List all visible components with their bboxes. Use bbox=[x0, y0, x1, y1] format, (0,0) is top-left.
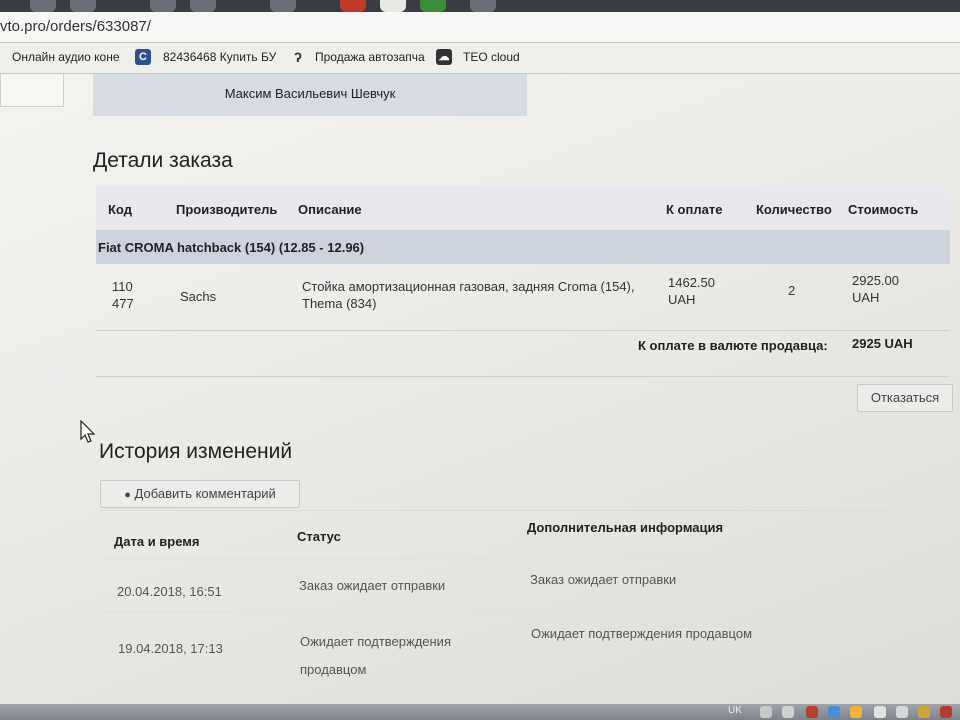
history-divider bbox=[100, 612, 890, 613]
app-tray-icon[interactable] bbox=[806, 706, 818, 718]
price-line: UAH bbox=[668, 292, 696, 307]
network-icon[interactable] bbox=[760, 706, 772, 718]
vehicle-group-row: Fiat CROMA hatchback (154) (12.85 - 12.9… bbox=[96, 230, 950, 264]
column-header-to-pay: К оплате bbox=[666, 202, 723, 217]
history-datetime: 20.04.2018, 16:51 bbox=[117, 584, 222, 599]
history-header-datetime: Дата и время bbox=[114, 534, 200, 549]
cloud-icon: ☁ bbox=[436, 49, 452, 65]
column-header-description: Описание bbox=[298, 202, 362, 217]
tab-strip bbox=[0, 0, 960, 12]
browser-tab[interactable] bbox=[340, 0, 366, 12]
part-quantity: 2 bbox=[788, 283, 796, 298]
table-header: Код Производитель Описание К оплате Коли… bbox=[96, 186, 950, 230]
order-details-table: Код Производитель Описание К оплате Коли… bbox=[96, 186, 950, 382]
side-panel bbox=[0, 74, 64, 107]
mouse-cursor-icon bbox=[80, 420, 96, 443]
part-cost: 2925.00 UAH bbox=[852, 272, 899, 306]
total-label: К оплате в валюте продавца: bbox=[638, 338, 828, 353]
app-tray-icon[interactable] bbox=[828, 706, 840, 718]
c-logo-icon: C bbox=[135, 49, 151, 65]
table-bottom-divider bbox=[96, 376, 950, 377]
app-tray-icon[interactable] bbox=[874, 706, 886, 718]
history-status: Заказ ожидает отправки bbox=[299, 578, 446, 593]
browser-tab[interactable] bbox=[420, 0, 446, 12]
browser-tab[interactable] bbox=[470, 0, 496, 12]
part-description: Стойка амортизационная газовая, задняя C… bbox=[302, 278, 635, 312]
price-line: 1462.50 bbox=[668, 275, 715, 290]
column-header-code: Код bbox=[108, 202, 132, 217]
browser-tab[interactable] bbox=[270, 0, 296, 12]
add-comment-button[interactable]: ● Добавить комментарий bbox=[100, 480, 300, 508]
total-value: 2925 UAH bbox=[852, 336, 913, 351]
part-code-line: 110 bbox=[112, 279, 133, 294]
bookmark-parts[interactable]: Продажа автозапча bbox=[315, 50, 425, 64]
column-header-quantity: Количество bbox=[756, 202, 832, 217]
refuse-button[interactable]: Отказаться bbox=[857, 384, 953, 412]
language-indicator[interactable]: UK bbox=[728, 705, 742, 716]
comment-icon: ● bbox=[124, 489, 131, 501]
browser-window: vto.pro/orders/633087/ Онлайн аудио коне… bbox=[0, 0, 960, 720]
history-divider bbox=[100, 558, 890, 559]
buyer-info-box: Максим Васильевич Шевчук bbox=[93, 74, 527, 116]
browser-tab[interactable] bbox=[150, 0, 176, 12]
status-line: Ожидает подтверждения bbox=[300, 634, 451, 649]
column-header-cost: Стоимость bbox=[848, 202, 919, 217]
history-title: История изменений bbox=[99, 440, 293, 463]
bookmark-buy[interactable]: 82436468 Купить БУ bbox=[163, 50, 276, 64]
vehicle-group-label: Fiat CROMA hatchback (154) (12.85 - 12.9… bbox=[98, 240, 365, 255]
history-info: Заказ ожидает отправки bbox=[530, 572, 677, 587]
column-header-manufacturer: Производитель bbox=[176, 202, 278, 217]
history-header-info: Дополнительная информация bbox=[527, 520, 724, 535]
part-code: 110 477 bbox=[112, 278, 134, 312]
address-bar[interactable]: vto.pro/orders/633087/ bbox=[0, 12, 960, 43]
browser-tab[interactable] bbox=[30, 0, 56, 12]
browser-tab-active[interactable] bbox=[380, 0, 406, 12]
volume-icon[interactable] bbox=[782, 706, 794, 718]
part-price: 1462.50 UAH bbox=[668, 274, 715, 308]
cost-line: UAH bbox=[852, 290, 880, 305]
bookmark-audio[interactable]: Онлайн аудио коне bbox=[12, 50, 120, 64]
description-line: Стойка амортизационная газовая, задняя C… bbox=[302, 279, 635, 294]
app-tray-icon[interactable] bbox=[896, 706, 908, 718]
buyer-name: Максим Васильевич Шевчук bbox=[224, 86, 396, 101]
page-content: Максим Васильевич Шевчук Детали заказа К… bbox=[0, 74, 960, 720]
part-manufacturer: Sachs bbox=[180, 289, 217, 304]
history-header-status: Статус bbox=[297, 529, 341, 544]
history-info: Ожидает подтверждения продавцом bbox=[531, 626, 752, 641]
url-text[interactable]: vto.pro/orders/633087/ bbox=[0, 18, 151, 35]
chrome-icon[interactable] bbox=[850, 706, 862, 718]
bookmark-teo-cloud[interactable]: TEO cloud bbox=[463, 50, 520, 64]
taskbar: UK bbox=[0, 704, 960, 720]
order-details-title: Детали заказа bbox=[93, 149, 233, 172]
history-divider bbox=[100, 510, 890, 511]
cost-line: 2925.00 bbox=[852, 273, 899, 288]
row-divider bbox=[96, 330, 950, 331]
history-status: Ожидает подтверждения продавцом bbox=[300, 628, 451, 684]
status-line: продавцом bbox=[300, 662, 367, 677]
app-tray-icon[interactable] bbox=[940, 706, 952, 718]
browser-tab[interactable] bbox=[70, 0, 96, 12]
add-comment-label: Добавить комментарий bbox=[134, 486, 276, 501]
v-app-icon[interactable] bbox=[918, 706, 930, 718]
bookmarks-bar: Онлайн аудио коне C 82436468 Купить БУ ʔ… bbox=[0, 43, 960, 74]
swirl-icon: ʔ bbox=[294, 49, 302, 65]
browser-tab[interactable] bbox=[190, 0, 216, 12]
description-line: Thema (834) bbox=[302, 296, 377, 311]
history-datetime: 19.04.2018, 17:13 bbox=[118, 641, 223, 656]
part-code-line: 477 bbox=[112, 296, 134, 311]
